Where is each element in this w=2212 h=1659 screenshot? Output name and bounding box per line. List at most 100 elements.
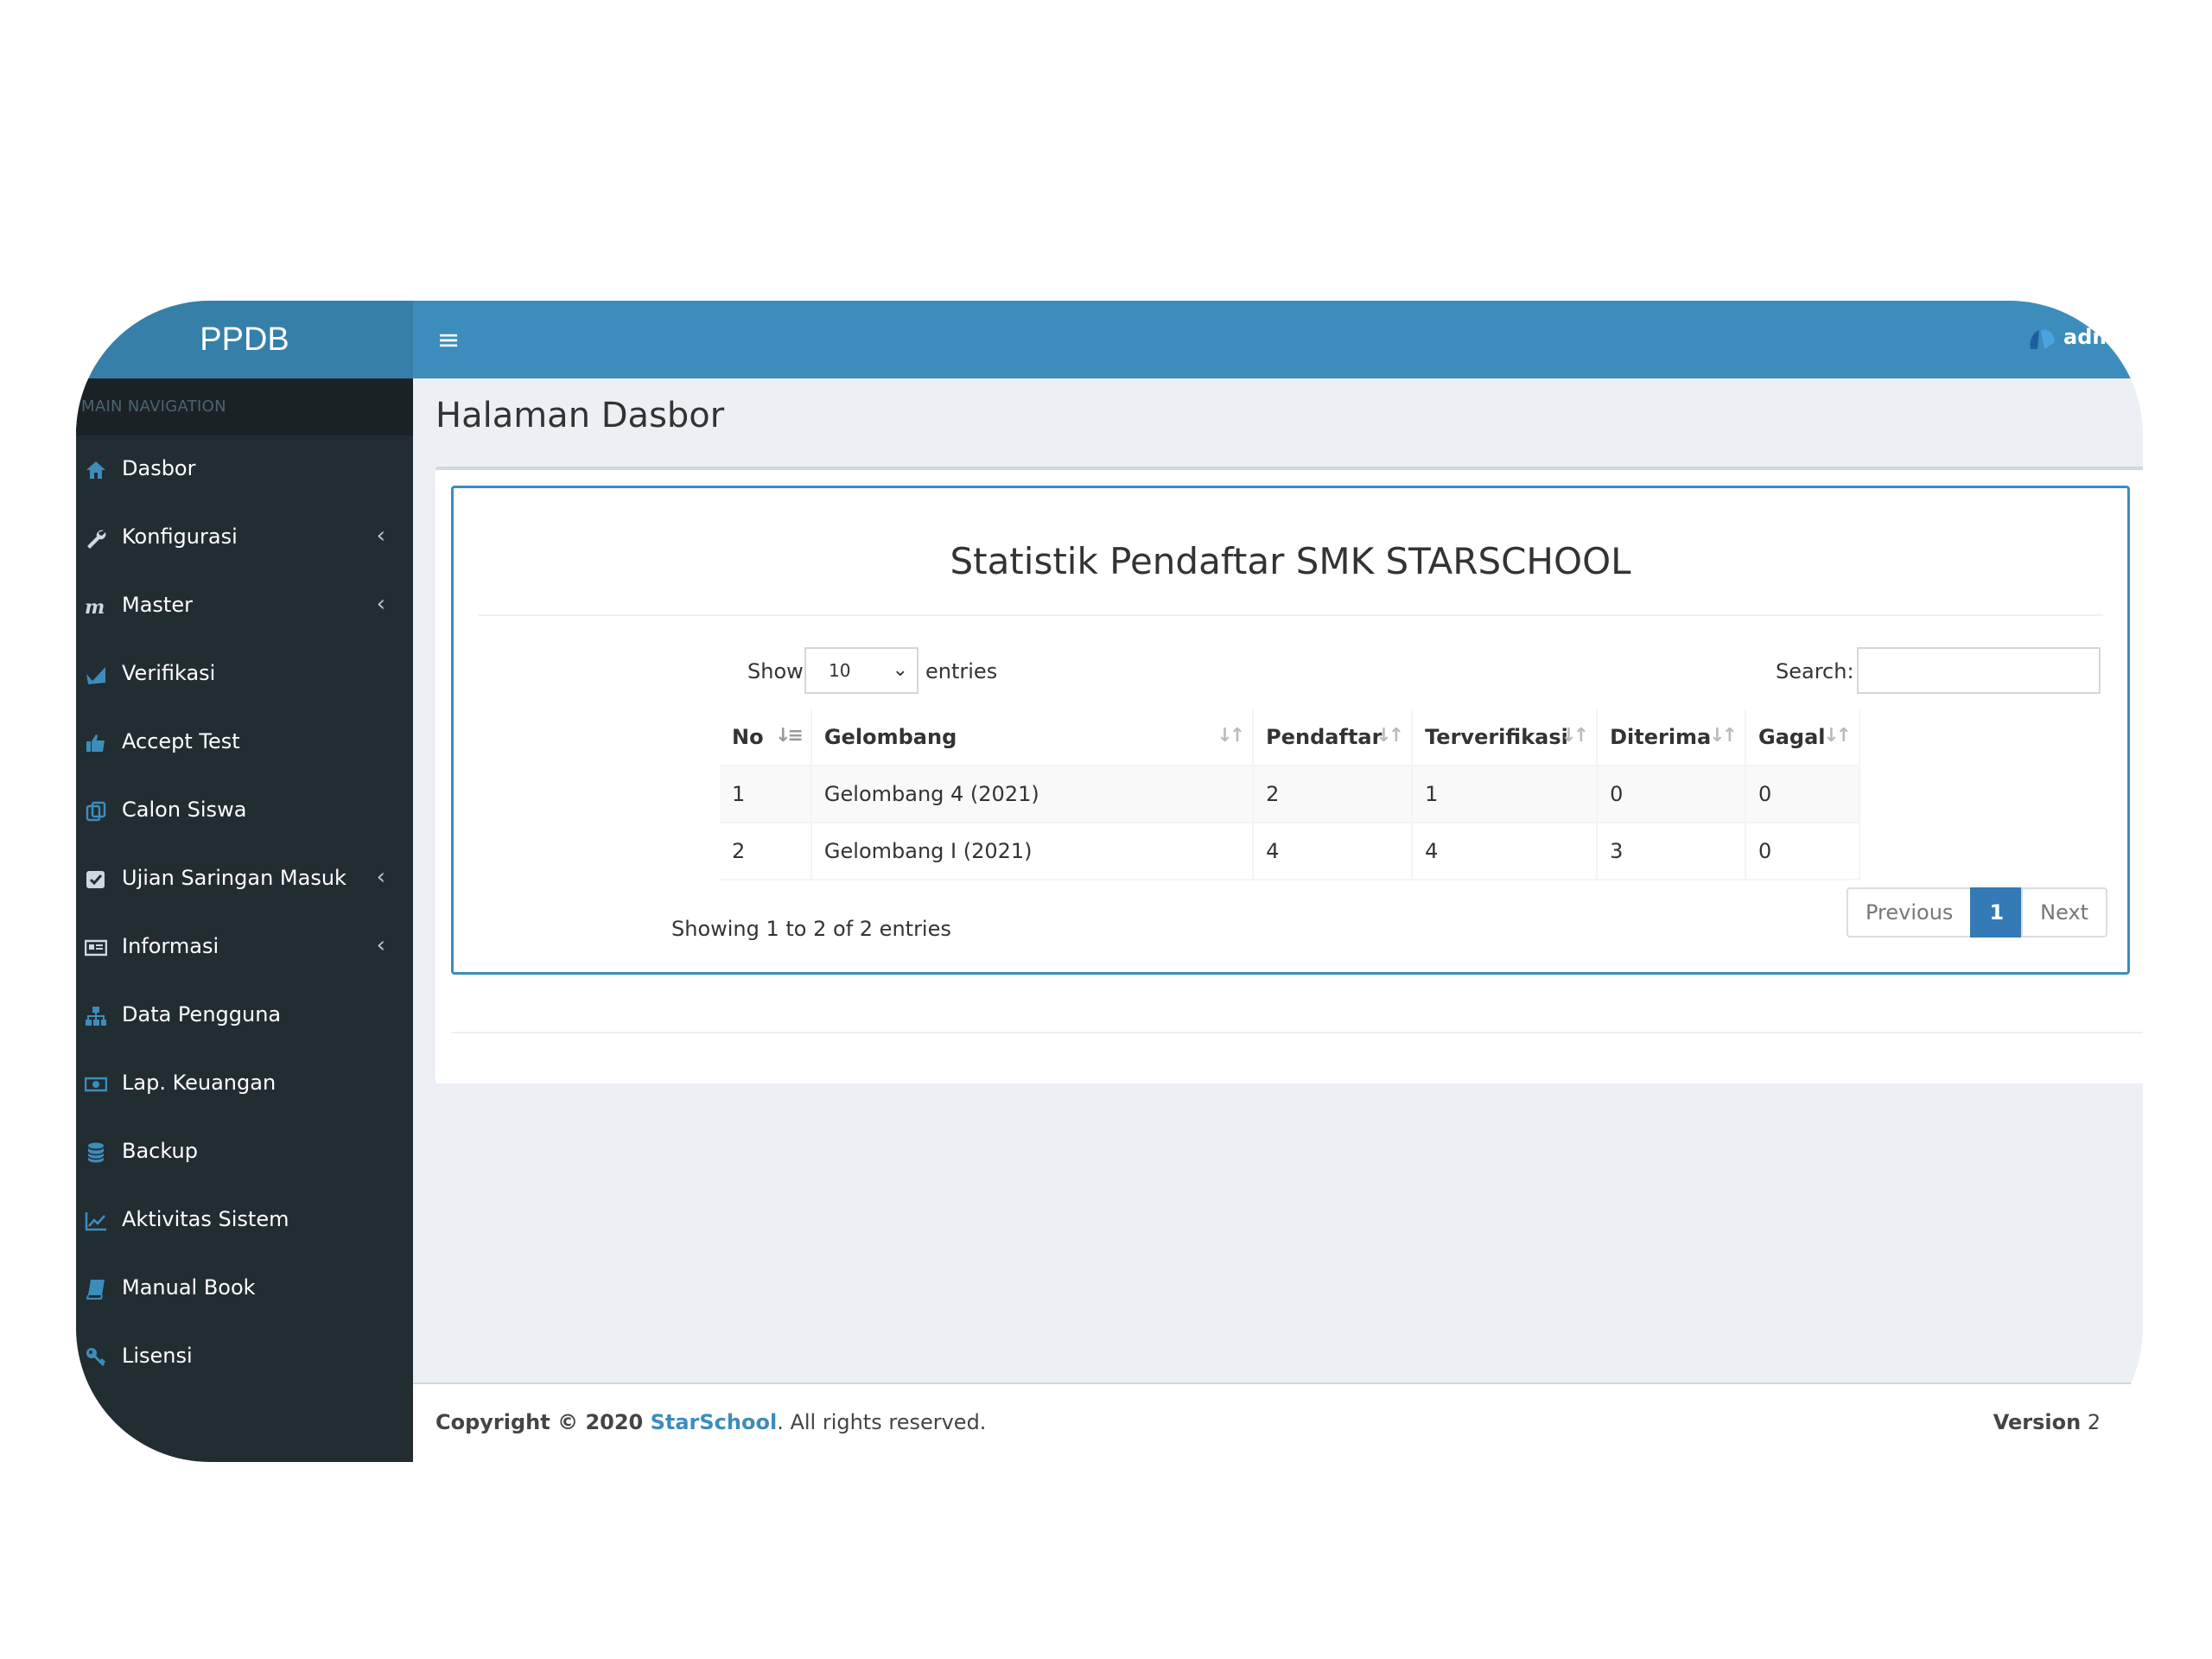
table-row: 1 Gelombang 4 (2021) 2 1 0 0 xyxy=(720,766,1860,823)
search-label: Search: xyxy=(1776,659,1854,683)
sidebar-item-calon-siswa[interactable]: Calon Siswa xyxy=(76,777,413,845)
sidebar-item-label: Verifikasi xyxy=(122,661,216,685)
content-wrapper: Halaman Dasbor Statistik Pendaftar SMK S… xyxy=(413,378,2143,1384)
pagination-page-1[interactable]: 1 xyxy=(1970,887,2024,938)
cell-pendaftar: 4 xyxy=(1253,823,1414,880)
column-header-terverifikasi[interactable]: Terverifikasi ↓↑ xyxy=(1412,709,1599,766)
search-input[interactable] xyxy=(1857,647,2101,694)
user-name[interactable]: admin xyxy=(2063,325,2143,349)
sidebar-item-verifikasi[interactable]: Verifikasi xyxy=(76,640,413,709)
app-logo[interactable]: PPDB xyxy=(76,301,413,378)
sidebar-item-lisensi[interactable]: Lisensi xyxy=(76,1323,413,1391)
copyright: Copyright © 2020 StarSchool. All rights … xyxy=(435,1410,986,1434)
column-header-label: Gelombang xyxy=(823,725,957,749)
line-chart-icon xyxy=(85,1212,106,1231)
divider xyxy=(478,614,2103,616)
cell-pendaftar: 2 xyxy=(1253,766,1414,823)
chevron-left-icon: ‹ xyxy=(376,523,385,549)
cell-diterima: 0 xyxy=(1597,766,1747,823)
version-info: Version 2.4 xyxy=(1993,1410,2120,1434)
copyright-prefix: Copyright © 2020 xyxy=(435,1410,651,1434)
sort-ascending-icon: ↓≡ xyxy=(775,725,804,747)
home-icon xyxy=(86,461,105,479)
wrench-icon xyxy=(87,530,106,549)
users-icon xyxy=(86,801,106,822)
sort-icon: ↓↑ xyxy=(1560,725,1589,747)
chevron-left-icon: ‹ xyxy=(376,864,385,890)
pagination-next[interactable]: Next xyxy=(2021,887,2108,938)
statistics-table: No ↓≡ Gelombang ↓↑ Pendaftar ↓↑ Terverifika… xyxy=(720,709,1860,880)
sidebar-item-backup[interactable]: Backup xyxy=(76,1118,413,1186)
length-show-label: Show xyxy=(747,659,804,683)
book-icon xyxy=(86,1280,105,1300)
sidebar-item-konfigurasi[interactable]: Konfigurasi ‹ xyxy=(76,504,413,572)
column-header-gagal[interactable]: Gagal ↓↑ xyxy=(1745,709,1860,766)
entries-length-select[interactable]: 10 ⌄ xyxy=(804,647,918,694)
column-header-label: Gagal xyxy=(1758,725,1826,749)
master-icon: m xyxy=(85,596,105,618)
chevron-down-icon: ⌄ xyxy=(892,659,908,681)
sidebar-item-label: Lisensi xyxy=(122,1344,193,1368)
sidebar-item-label: Informasi xyxy=(122,934,219,958)
key-icon xyxy=(86,1348,106,1367)
version-label: Version xyxy=(1993,1410,2082,1434)
sidebar-item-label: Data Pengguna xyxy=(122,1002,282,1027)
nav-section-header: MAIN NAVIGATION xyxy=(76,378,413,435)
sidebar-item-aktivitas-sistem[interactable]: Aktivitas Sistem xyxy=(76,1186,413,1255)
column-header-label: Pendaftar xyxy=(1266,725,1382,749)
sidebar-item-accept-test[interactable]: Accept Test xyxy=(76,709,413,777)
hamburger-icon[interactable]: ≡ xyxy=(432,323,465,356)
sort-icon: ↓↑ xyxy=(1823,725,1852,747)
sidebar-item-ujian-saringan-masuk[interactable]: Ujian Saringan Masuk ‹ xyxy=(76,845,413,913)
length-entries-label: entries xyxy=(925,659,998,683)
column-header-label: Diterima xyxy=(1610,725,1712,749)
sidebar-item-label: Aktivitas Sistem xyxy=(122,1207,289,1231)
column-header-no[interactable]: No ↓≡ xyxy=(720,709,812,766)
table-row: 2 Gelombang I (2021) 4 4 3 0 xyxy=(720,823,1860,880)
cell-gagal: 0 xyxy=(1745,823,1860,880)
sidebar-item-lap-keuangan[interactable]: Lap. Keuangan xyxy=(76,1050,413,1118)
sidebar-item-dasbor[interactable]: Dasbor xyxy=(76,435,413,504)
chevron-left-icon: ‹ xyxy=(376,591,385,617)
pagination-previous[interactable]: Previous xyxy=(1847,887,1973,938)
sort-icon: ↓↑ xyxy=(1709,725,1738,747)
sidebar-item-label: Accept Test xyxy=(122,729,240,753)
cell-terverifikasi: 4 xyxy=(1412,823,1599,880)
logo-text: PPDB xyxy=(200,321,289,358)
sidebar-item-master[interactable]: m Master ‹ xyxy=(76,572,413,640)
cell-no: 1 xyxy=(720,766,812,823)
sidebar-item-label: Master xyxy=(122,593,193,617)
column-header-diterima[interactable]: Diterima ↓↑ xyxy=(1597,709,1747,766)
sort-icon: ↓↑ xyxy=(1376,725,1404,747)
table-header-row: No ↓≡ Gelombang ↓↑ Pendaftar ↓↑ Terverifika… xyxy=(720,709,1860,766)
brand-link[interactable]: StarSchool xyxy=(651,1410,778,1434)
money-icon xyxy=(85,1077,107,1092)
column-header-gelombang[interactable]: Gelombang ↓↑ xyxy=(810,709,1255,766)
sidebar-item-label: Manual Book xyxy=(122,1275,256,1300)
sidebar-item-informasi[interactable]: Informasi ‹ xyxy=(76,913,413,982)
cell-diterima: 3 xyxy=(1597,823,1747,880)
dashboard-box: Statistik Pendaftar SMK STARSCHOOL Show … xyxy=(435,467,2143,1084)
sidebar-item-manual-book[interactable]: Manual Book xyxy=(76,1255,413,1323)
statistics-box: Statistik Pendaftar SMK STARSCHOOL Show … xyxy=(451,486,2130,975)
database-icon xyxy=(87,1142,105,1163)
cell-gagal: 0 xyxy=(1745,766,1860,823)
top-navbar: ≡ admin xyxy=(413,301,2143,378)
thumbs-up-icon xyxy=(86,734,105,752)
pagination: Previous 1 Next xyxy=(1847,887,2108,938)
column-header-pendaftar[interactable]: Pendaftar ↓↑ xyxy=(1253,709,1414,766)
column-header-label: Terverifikasi xyxy=(1425,725,1568,749)
statistics-title: Statistik Pendaftar SMK STARSCHOOL xyxy=(950,540,1631,582)
sidebar-item-label: Calon Siswa xyxy=(122,798,247,822)
footer: Copyright © 2020 StarSchool. All rights … xyxy=(413,1382,2143,1462)
sort-icon: ↓↑ xyxy=(1217,725,1245,747)
app-frame: PPDB ≡ admin MAIN NAVIGATION Dasbor Konf… xyxy=(76,301,2143,1462)
cell-gelombang: Gelombang I (2021) xyxy=(810,823,1255,880)
sitemap-icon xyxy=(86,1007,106,1026)
column-header-label: No xyxy=(732,725,764,749)
user-avatar[interactable] xyxy=(2025,323,2060,358)
sidebar-item-label: Ujian Saringan Masuk xyxy=(122,866,346,890)
sidebar: MAIN NAVIGATION Dasbor Konfigurasi ‹ m M… xyxy=(76,378,413,1462)
sidebar-item-data-pengguna[interactable]: Data Pengguna xyxy=(76,982,413,1050)
cell-terverifikasi: 1 xyxy=(1412,766,1599,823)
